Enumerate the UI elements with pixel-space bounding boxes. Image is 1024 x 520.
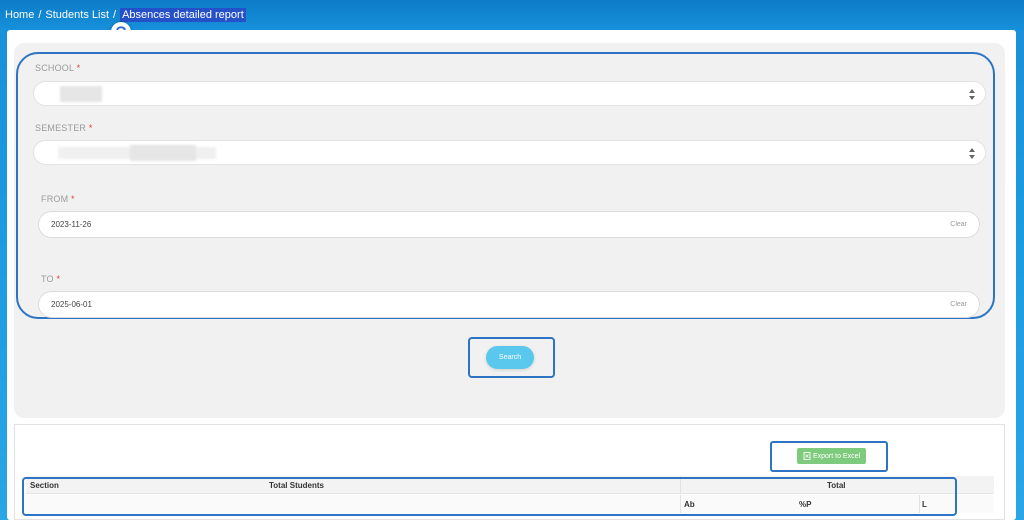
from-date-input[interactable]: 2023-11-26 Clear — [38, 211, 980, 238]
to-date-input[interactable]: 2025-06-01 Clear — [38, 291, 980, 318]
semester-value-redacted-2 — [130, 145, 196, 161]
export-label: Export to Excel — [812, 452, 861, 460]
sort-arrows-icon — [968, 89, 975, 100]
breadcrumb-home[interactable]: Home — [5, 9, 34, 21]
search-button[interactable]: Search — [486, 346, 534, 369]
breadcrumb: Home / Students List / Absences detailed… — [5, 8, 246, 22]
semester-select[interactable] — [33, 140, 986, 165]
export-excel-button[interactable]: Export to Excel — [797, 448, 866, 464]
from-label: FROM * — [41, 194, 75, 204]
to-date-value: 2025-06-01 — [51, 300, 92, 309]
to-clear-button[interactable]: Clear — [950, 301, 967, 308]
to-label: TO * — [41, 274, 61, 284]
school-value-redacted — [60, 86, 102, 102]
file-excel-icon — [803, 452, 811, 460]
school-select[interactable] — [33, 81, 986, 106]
from-date-value: 2023-11-26 — [51, 220, 92, 229]
table-highlight-frame — [22, 477, 957, 516]
sort-arrows-icon — [968, 148, 975, 159]
school-label: SCHOOL * — [35, 63, 81, 73]
breadcrumb-current: Absences detailed report — [120, 8, 246, 22]
breadcrumb-separator: / — [38, 9, 42, 21]
breadcrumb-students-list[interactable]: Students List — [45, 9, 109, 21]
from-clear-button[interactable]: Clear — [950, 221, 967, 228]
breadcrumb-separator: / — [113, 9, 117, 21]
semester-label: SEMESTER * — [35, 123, 93, 133]
